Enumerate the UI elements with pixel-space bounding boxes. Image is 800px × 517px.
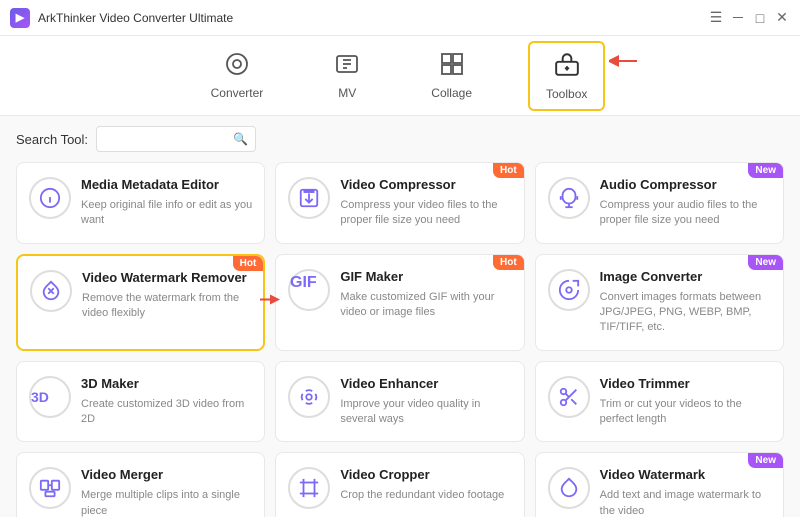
mv-icon	[335, 52, 359, 82]
tool-name-video-watermark: Video Watermark	[600, 467, 771, 484]
search-bar: Search Tool: 🔍	[0, 116, 800, 162]
tool-name-3d-maker: 3D Maker	[81, 376, 252, 393]
converter-label: Converter	[211, 86, 264, 100]
tool-name-audio-compressor: Audio Compressor	[600, 177, 771, 194]
mv-label: MV	[338, 86, 356, 100]
tool-card-video-enhancer[interactable]: Video Enhancer Improve your video quality…	[275, 361, 524, 443]
tool-desc-media-metadata-editor: Keep original file info or edit as you w…	[81, 198, 252, 229]
tool-badge-gif-maker: Hot	[493, 255, 524, 270]
tool-info-video-enhancer: Video Enhancer Improve your video quality…	[340, 376, 511, 428]
search-magnifier-icon: 🔍	[233, 132, 248, 146]
tool-badge-audio-compressor: New	[748, 163, 783, 178]
tool-desc-video-watermark-remover: Remove the watermark from the video flex…	[82, 291, 251, 322]
main-content: Search Tool: 🔍 Media Metadata Editor Keep…	[0, 116, 800, 517]
tool-card-media-metadata-editor[interactable]: Media Metadata Editor Keep original file …	[16, 162, 265, 244]
converter-icon	[225, 52, 249, 82]
app-icon: ▶	[10, 8, 30, 28]
search-input-wrapper: 🔍	[96, 126, 256, 152]
nav-item-mv[interactable]: MV	[319, 44, 375, 108]
tool-icon-video-enhancer	[288, 376, 330, 418]
tool-name-video-cropper: Video Cropper	[340, 467, 511, 484]
tool-info-video-trimmer: Video Trimmer Trim or cut your videos to …	[600, 376, 771, 428]
tool-name-video-trimmer: Video Trimmer	[600, 376, 771, 393]
tool-desc-video-merger: Merge multiple clips into a single piece	[81, 488, 252, 517]
tool-desc-image-converter: Convert images formats between JPG/JPEG,…	[600, 290, 771, 336]
tool-icon-video-merger	[29, 467, 71, 509]
tool-info-video-compressor: Video Compressor Compress your video file…	[340, 177, 511, 229]
toolbox-label: Toolbox	[546, 87, 587, 101]
tool-card-video-watermark[interactable]: NewVideo Watermark Add text and image wat…	[535, 452, 784, 517]
nav-bar: Converter MV Collage	[0, 36, 800, 116]
tool-desc-video-enhancer: Improve your video quality in several wa…	[340, 397, 511, 428]
tool-card-gif-maker[interactable]: Hot GIF GIF Maker Make customized GIF with …	[275, 254, 524, 351]
svg-text:3D: 3D	[31, 389, 49, 405]
tool-badge-video-watermark-remover: Hot	[233, 256, 264, 271]
toolbox-arrow	[609, 51, 641, 76]
tool-card-audio-compressor[interactable]: NewAudio Compressor Compress your audio f…	[535, 162, 784, 244]
tool-info-video-watermark-remover: Video Watermark Remover Remove the waterm…	[82, 270, 251, 322]
tool-desc-video-watermark: Add text and image watermark to the vide…	[600, 488, 771, 517]
tools-grid: Media Metadata Editor Keep original file …	[0, 162, 800, 517]
tool-icon-video-watermark-remover	[30, 270, 72, 312]
toolbox-icon	[554, 51, 580, 83]
tool-name-video-merger: Video Merger	[81, 467, 252, 484]
tool-name-video-watermark-remover: Video Watermark Remover	[82, 270, 251, 287]
tool-card-3d-maker[interactable]: 3D 3D Maker Create customized 3D video fro…	[16, 361, 265, 443]
tool-info-image-converter: Image Converter Convert images formats be…	[600, 269, 771, 336]
tool-desc-video-trimmer: Trim or cut your videos to the perfect l…	[600, 397, 771, 428]
tool-icon-gif-maker: GIF	[288, 269, 330, 311]
nav-item-toolbox[interactable]: Toolbox	[528, 41, 605, 111]
tool-name-image-converter: Image Converter	[600, 269, 771, 286]
tool-card-video-watermark-remover[interactable]: HotVideo Watermark Remover Remove the wat…	[16, 254, 265, 351]
tool-name-video-compressor: Video Compressor	[340, 177, 511, 194]
app-title: ArkThinker Video Converter Ultimate	[38, 11, 708, 25]
tool-name-gif-maker: GIF Maker	[340, 269, 511, 286]
tool-icon-video-watermark	[548, 467, 590, 509]
tool-desc-gif-maker: Make customized GIF with your video or i…	[340, 290, 511, 321]
search-input[interactable]	[96, 126, 256, 152]
tool-card-image-converter[interactable]: NewImage Converter Convert images formats…	[535, 254, 784, 351]
tool-info-gif-maker: GIF Maker Make customized GIF with your v…	[340, 269, 511, 321]
tool-info-audio-compressor: Audio Compressor Compress your audio file…	[600, 177, 771, 229]
tool-icon-image-converter	[548, 269, 590, 311]
tool-card-video-merger[interactable]: Video Merger Merge multiple clips into a …	[16, 452, 265, 517]
tool-info-3d-maker: 3D Maker Create customized 3D video from …	[81, 376, 252, 428]
tool-badge-image-converter: New	[748, 255, 783, 270]
nav-item-converter[interactable]: Converter	[195, 44, 280, 108]
tool-info-media-metadata-editor: Media Metadata Editor Keep original file …	[81, 177, 252, 229]
collage-icon	[440, 52, 464, 82]
maximize-btn[interactable]: □	[752, 10, 768, 26]
tool-card-video-compressor[interactable]: HotVideo Compressor Compress your video f…	[275, 162, 524, 244]
search-label: Search Tool:	[16, 132, 88, 147]
title-bar: ▶ ArkThinker Video Converter Ultimate ☰ …	[0, 0, 800, 36]
tool-desc-audio-compressor: Compress your audio files to the proper …	[600, 198, 771, 229]
tool-icon-video-cropper	[288, 467, 330, 509]
tool-desc-video-compressor: Compress your video files to the proper …	[340, 198, 511, 229]
tool-badge-video-compressor: Hot	[493, 163, 524, 178]
tool-name-media-metadata-editor: Media Metadata Editor	[81, 177, 252, 194]
collage-label: Collage	[431, 86, 472, 100]
close-btn[interactable]: ✕	[774, 10, 790, 26]
tool-name-video-enhancer: Video Enhancer	[340, 376, 511, 393]
tool-card-video-cropper[interactable]: Video Cropper Crop the redundant video fo…	[275, 452, 524, 517]
tool-icon-media-metadata-editor	[29, 177, 71, 219]
svg-text:GIF: GIF	[290, 274, 317, 291]
tool-icon-video-trimmer	[548, 376, 590, 418]
tool-icon-3d-maker: 3D	[29, 376, 71, 418]
tool-icon-audio-compressor	[548, 177, 590, 219]
tool-badge-video-watermark: New	[748, 453, 783, 468]
tool-desc-3d-maker: Create customized 3D video from 2D	[81, 397, 252, 428]
menu-btn[interactable]: ☰	[708, 10, 724, 26]
tool-info-video-merger: Video Merger Merge multiple clips into a …	[81, 467, 252, 517]
tool-icon-video-compressor	[288, 177, 330, 219]
window-controls: ☰ － □ ✕	[708, 10, 790, 26]
tool-desc-video-cropper: Crop the redundant video footage	[340, 488, 511, 503]
minimize-btn[interactable]: －	[730, 10, 746, 26]
tool-info-video-watermark: Video Watermark Add text and image waterm…	[600, 467, 771, 517]
tool-card-video-trimmer[interactable]: Video Trimmer Trim or cut your videos to …	[535, 361, 784, 443]
tool-info-video-cropper: Video Cropper Crop the redundant video fo…	[340, 467, 511, 503]
nav-item-collage[interactable]: Collage	[415, 44, 488, 108]
